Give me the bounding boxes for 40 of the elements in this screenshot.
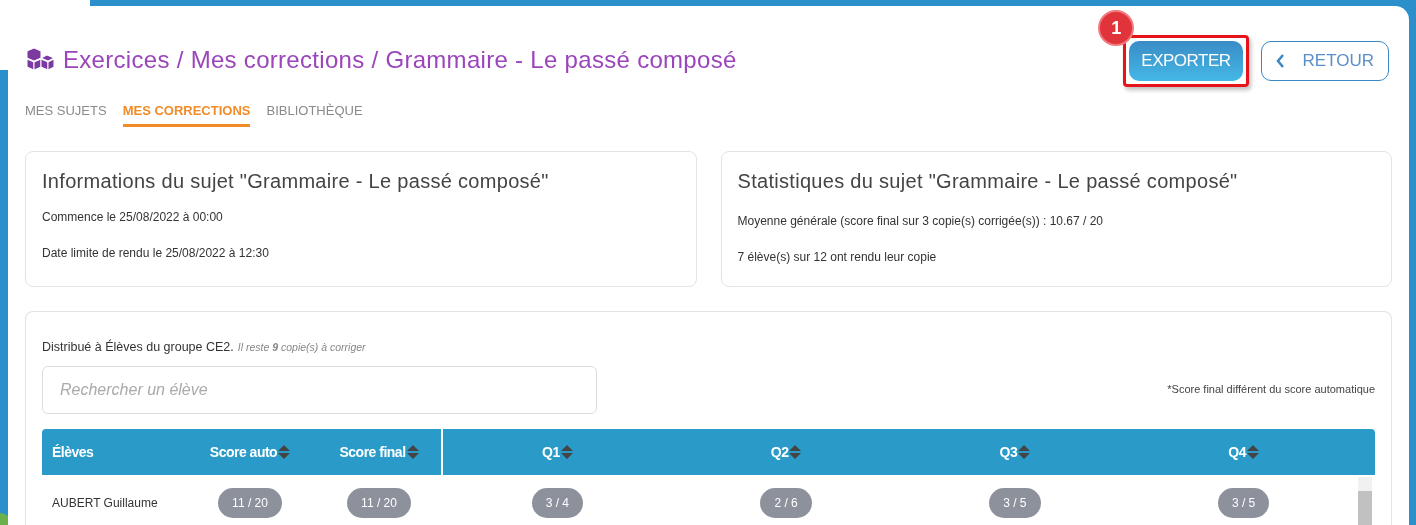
sort-icon <box>560 444 573 461</box>
distribution-text: Distribué à Élèves du groupe CE2. <box>42 338 234 356</box>
score-pill[interactable]: 11 / 20 <box>347 488 411 519</box>
sort-icon <box>406 444 419 461</box>
info-line: Commence le 25/08/2022 à 00:00 <box>42 208 224 226</box>
column-header[interactable]: Score auto <box>185 429 315 476</box>
search-field[interactable]: Rechercher un élève <box>42 366 597 415</box>
chevron-left-icon <box>1275 54 1285 68</box>
remaining-note: Il reste 9 copie(s) à corriger <box>237 339 366 355</box>
score-pill[interactable]: 3 / 4 <box>531 488 584 519</box>
tab[interactable]: MES CORRECTIONS <box>122 101 251 127</box>
sort-icon <box>1018 444 1031 461</box>
sort-icon <box>278 444 291 461</box>
tab[interactable]: MES SUJETS <box>25 101 107 127</box>
callout-badge: 1 <box>1098 10 1135 46</box>
score-pill[interactable]: 11 / 20 <box>218 488 282 519</box>
column-header[interactable]: Q2 <box>671 429 901 476</box>
info-line: 7 élève(s) sur 12 ont rendu leur copie <box>737 248 938 266</box>
export-button[interactable]: EXPORTER <box>1129 41 1243 81</box>
column-header[interactable]: Élèves <box>42 429 185 476</box>
column-header[interactable]: Q1 <box>443 429 672 476</box>
score-pill[interactable]: 3 / 5 <box>989 488 1041 519</box>
student-name: AUBERT Guillaume <box>51 495 159 513</box>
score-pill[interactable]: 2 / 6 <box>760 488 812 519</box>
scrollbar[interactable] <box>1358 477 1372 525</box>
tab[interactable]: BIBLIOTHÈQUE <box>266 101 363 127</box>
card-title: Informations du sujet "Grammaire - Le passé composé" <box>42 168 550 194</box>
column-header[interactable]: Q4 <box>1129 429 1358 476</box>
score-pill[interactable]: 3 / 5 <box>1217 488 1270 519</box>
card-title: Statistiques du sujet "Grammaire - Le passé composé" <box>737 168 1239 194</box>
info-line: Date limite de rendu le 25/08/2022 à 12:30 <box>42 244 270 262</box>
legend-note: *Score final différent du score automatique <box>1167 381 1375 397</box>
sort-icon <box>789 444 802 461</box>
cubes-icon <box>25 47 55 73</box>
breadcrumb-title: Exercices / Mes corrections / Grammaire - Le passé composé <box>63 45 737 75</box>
sort-icon <box>1246 444 1259 461</box>
info-line: Moyenne générale (score final sur 3 copie(s) corrigée(s)) : 10.67 / 20 <box>737 212 1104 230</box>
column-header[interactable]: Score final <box>315 429 443 476</box>
column-header[interactable]: Q3 <box>900 429 1130 476</box>
back-button[interactable]: RETOUR <box>1260 41 1389 81</box>
